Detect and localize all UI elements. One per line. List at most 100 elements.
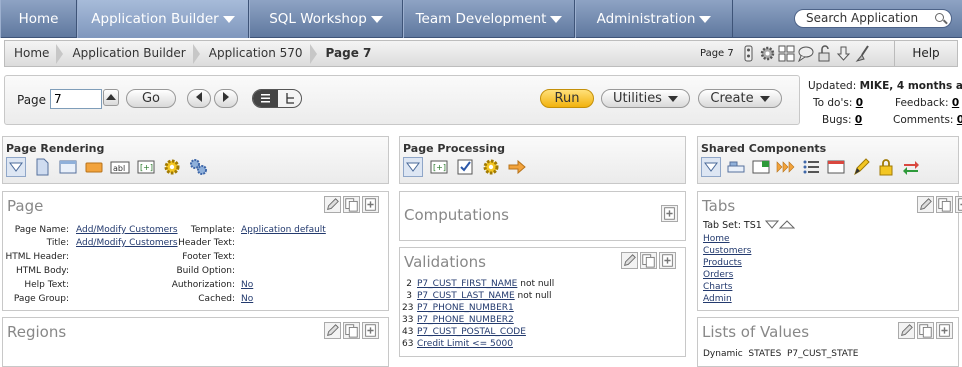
copy-icon[interactable]	[343, 196, 360, 213]
grid-icon[interactable]	[778, 45, 795, 62]
page-icon[interactable]	[32, 157, 52, 177]
collapse-triangle-icon[interactable]	[6, 157, 26, 177]
tab-link[interactable]: Orders	[703, 270, 733, 280]
copy-icon[interactable]	[343, 322, 360, 339]
search-input[interactable]: Search Application	[794, 9, 952, 28]
validation-link[interactable]: Credit Limit <= 5000	[417, 339, 513, 349]
tab-team-development[interactable]: Team Development	[403, 0, 575, 38]
template-link[interactable]: Application default	[241, 225, 326, 235]
todos-label: To do's:	[813, 97, 853, 109]
bugs-count[interactable]: 0	[855, 114, 862, 126]
attr-label: Template:	[190, 225, 235, 235]
lov-item[interactable]: Dynamic STATES P7_CUST_STATE	[703, 349, 858, 359]
item-icon[interactable]: abl	[110, 157, 130, 177]
todos-count[interactable]: 0	[856, 97, 863, 109]
validations-list: 2 P7_CUST_FIRST_NAME not null 3 P7_CUST_LA…	[402, 278, 554, 350]
validation-link[interactable]: P7_CUST_LAST_NAME	[417, 291, 515, 301]
swap-arrows-icon[interactable]	[901, 157, 921, 177]
create-button[interactable]: Create	[698, 89, 782, 108]
copy-icon[interactable]	[936, 196, 953, 213]
comments-label: Comments:	[893, 114, 954, 126]
unlock-icon[interactable]	[816, 45, 833, 62]
computations-actions	[661, 205, 678, 222]
edit-icon[interactable]	[621, 252, 638, 269]
breadcrumb-application-builder[interactable]: Application Builder	[63, 41, 201, 66]
tab-link[interactable]: Home	[703, 234, 730, 244]
edit-icon[interactable]	[917, 196, 934, 213]
button-icon[interactable]	[84, 157, 104, 177]
add-icon[interactable]	[362, 322, 379, 339]
page-finder-button[interactable]	[103, 89, 119, 106]
computation-icon[interactable]: [+]	[136, 157, 156, 177]
run-button[interactable]: Run	[540, 89, 594, 108]
breadcrumb-application[interactable]: Application 570	[200, 41, 317, 66]
view-toggle[interactable]	[252, 89, 302, 108]
validation-link[interactable]: P7_CUST_FIRST_NAME	[417, 279, 517, 289]
branch-arrow-icon[interactable]	[507, 157, 527, 177]
tab-link[interactable]: Customers	[703, 246, 751, 256]
attr-label: Authorization:	[171, 280, 235, 290]
lock-icon[interactable]	[876, 157, 896, 177]
add-icon[interactable]	[362, 196, 379, 213]
collapse-triangle-icon[interactable]	[701, 157, 721, 177]
validation-link[interactable]: P7_PHONE_NUMBER1	[417, 303, 514, 313]
tab-application-builder[interactable]: Application Builder	[77, 0, 249, 38]
copy-icon[interactable]	[640, 252, 657, 269]
shared-gears-icon[interactable]	[188, 157, 208, 177]
utilities-button[interactable]: Utilities	[601, 89, 690, 108]
region-icon[interactable]	[58, 157, 78, 177]
template-icon[interactable]	[826, 157, 846, 177]
tabs-icon[interactable]	[726, 157, 746, 177]
collapse-triangle-icon[interactable]	[403, 157, 423, 177]
list-view-icon[interactable]	[253, 90, 278, 107]
add-icon[interactable]	[936, 322, 953, 339]
tab-home[interactable]: Home	[0, 0, 77, 38]
tab-administration[interactable]: Administration	[575, 0, 733, 38]
gear-icon[interactable]	[759, 45, 776, 62]
validation-link[interactable]: P7_CUST_POSTAL_CODE	[417, 327, 526, 337]
copy-icon[interactable]	[917, 322, 934, 339]
tab-link[interactable]: Charts	[703, 282, 732, 292]
theme-pencil-icon[interactable]	[851, 157, 871, 177]
svg-text:[+]: [+]	[433, 163, 446, 172]
previous-page-button[interactable]	[187, 89, 211, 108]
computation-icon[interactable]: [+]	[429, 157, 449, 177]
help-link[interactable]: Help	[894, 41, 957, 66]
validation-link[interactable]: P7_PHONE_NUMBER2	[417, 315, 514, 325]
validation-check-icon[interactable]	[455, 157, 475, 177]
page-selector-icon[interactable]	[740, 45, 757, 62]
add-icon[interactable]	[659, 252, 676, 269]
breadcrumb-home[interactable]: Home	[5, 41, 64, 66]
breadcrumb-current-page: Page 7	[325, 46, 372, 60]
page-panel-title: Page	[7, 197, 44, 215]
export-arrow-icon[interactable]	[835, 45, 852, 62]
attr-label: HTML Header:	[5, 252, 69, 262]
process-gear-icon[interactable]	[481, 157, 501, 177]
authorization-link[interactable]: No	[241, 280, 253, 290]
page-processing-title: Page Processing	[403, 142, 505, 155]
process-gear-icon[interactable]	[162, 157, 182, 177]
comment-icon[interactable]	[797, 45, 814, 62]
next-page-button[interactable]	[214, 89, 238, 108]
broom-icon[interactable]	[854, 45, 871, 62]
sequence-number: 2	[406, 279, 412, 289]
add-icon[interactable]	[955, 196, 962, 213]
page-number-input[interactable]	[50, 89, 102, 109]
list-icon[interactable]	[801, 157, 821, 177]
list-of-values-icon[interactable]	[751, 157, 771, 177]
shared-components-panel: Shared Components	[697, 136, 959, 184]
tab-link[interactable]: Admin	[703, 294, 732, 304]
edit-icon[interactable]	[324, 322, 341, 339]
breadcrumb-arrows-icon[interactable]	[776, 157, 796, 177]
go-button[interactable]: Go	[126, 89, 176, 108]
edit-icon[interactable]	[324, 196, 341, 213]
edit-icon[interactable]	[898, 322, 915, 339]
comments-count[interactable]: 0	[957, 114, 962, 126]
tab-sql-workshop[interactable]: SQL Workshop	[249, 0, 403, 38]
cached-link[interactable]: No	[241, 294, 253, 304]
feedback-count[interactable]: 0	[952, 97, 959, 109]
search-icon[interactable]	[935, 13, 944, 22]
add-icon[interactable]	[661, 205, 678, 222]
tree-view-icon[interactable]	[278, 90, 301, 107]
tab-link[interactable]: Products	[703, 258, 742, 268]
